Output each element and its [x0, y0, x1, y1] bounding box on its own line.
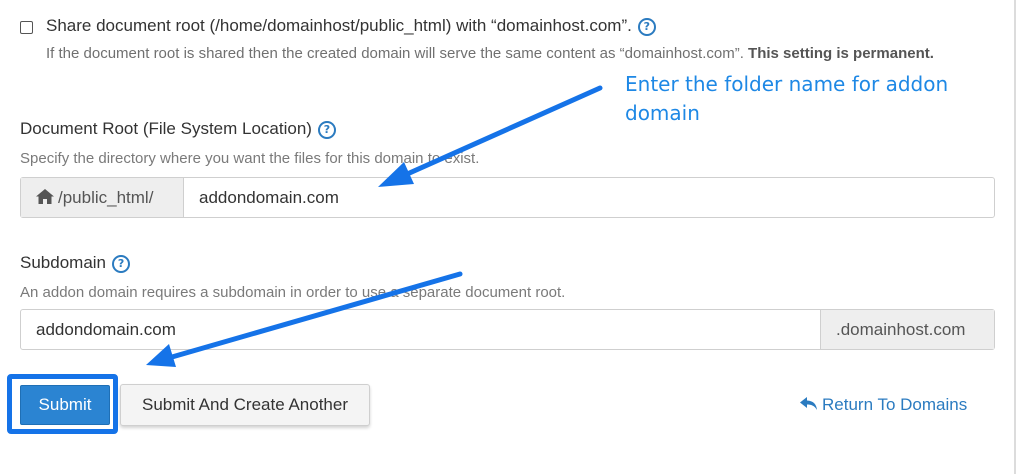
subdomain-label: Subdomain?: [20, 253, 131, 273]
submit-and-create-another-button[interactable]: Submit And Create Another: [120, 384, 370, 426]
subdomain-label-text: Subdomain: [20, 253, 107, 272]
addon-domain-form: Share document root (/home/domainhost/pu…: [0, 0, 1016, 474]
submit-button[interactable]: Submit: [20, 385, 110, 425]
document-root-input-group: /public_html/: [20, 177, 995, 218]
return-to-domains-text: Return To Domains: [822, 395, 968, 414]
share-help-body: If the document root is shared then the …: [46, 45, 744, 62]
question-circle-icon[interactable]: ?: [637, 18, 656, 36]
share-help-text: If the document root is shared then the …: [46, 43, 976, 65]
arrow-to-document-root: [378, 85, 603, 187]
document-root-label-text: Document Root (File System Location): [20, 119, 312, 138]
document-root-prefix: /public_html/: [21, 178, 184, 217]
share-help-bold: This setting is permanent.: [748, 45, 934, 62]
document-root-input[interactable]: [199, 178, 979, 217]
question-circle-icon[interactable]: ?: [112, 255, 131, 273]
document-root-help: Specify the directory where you want the…: [20, 150, 480, 167]
reply-arrow-icon: [800, 397, 817, 410]
return-to-domains-link[interactable]: Return To Domains: [800, 395, 967, 415]
document-root-prefix-text: /public_html/: [58, 188, 154, 207]
subdomain-input[interactable]: [36, 310, 806, 349]
home-icon: [36, 189, 54, 204]
subdomain-suffix: .domainhost.com: [820, 310, 994, 349]
annotation-callout: Enter the folder name for addon domain: [625, 72, 949, 125]
share-document-root-label[interactable]: Share document root (/home/domainhost/pu…: [46, 16, 656, 36]
question-circle-icon[interactable]: ?: [317, 121, 336, 139]
share-label-text: Share document root (/home/domainhost/pu…: [46, 16, 632, 35]
share-document-root-checkbox[interactable]: [20, 21, 33, 34]
document-root-label: Document Root (File System Location)?: [20, 119, 336, 139]
subdomain-help: An addon domain requires a subdomain in …: [20, 284, 566, 301]
subdomain-input-group: .domainhost.com: [20, 309, 995, 350]
